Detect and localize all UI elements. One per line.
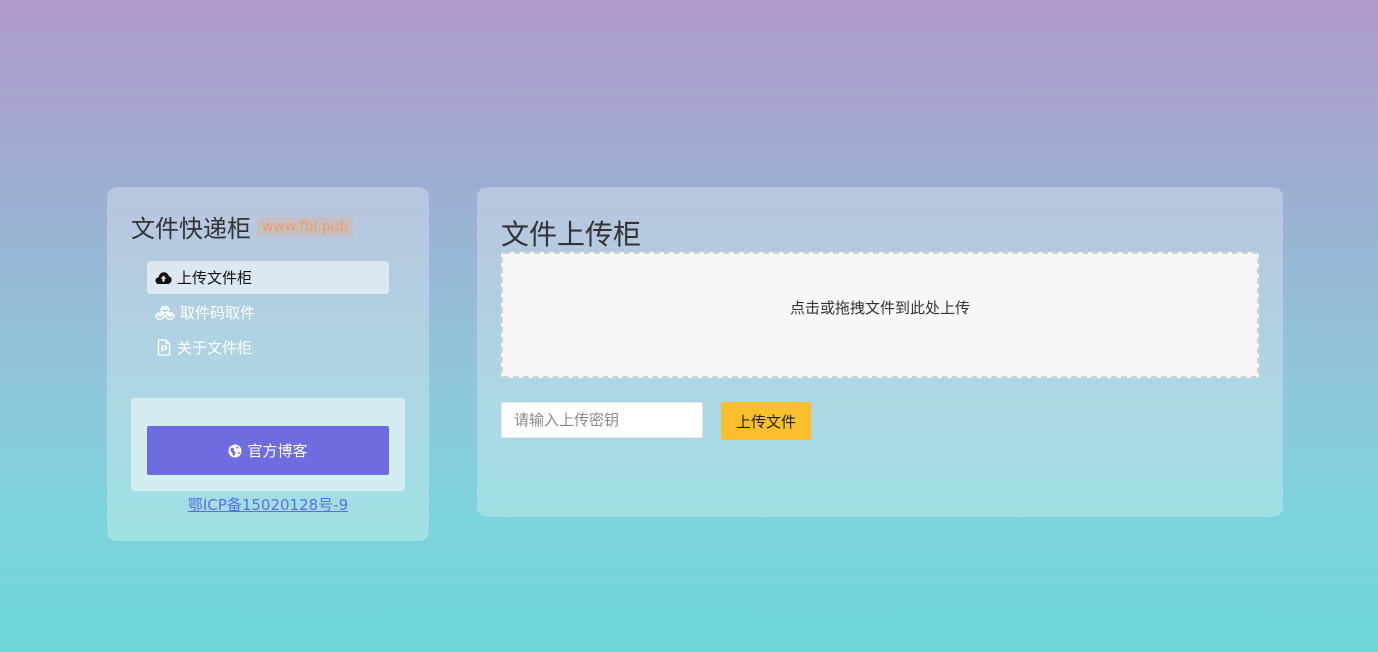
sidebar-item-upload[interactable]: 上传文件柜 — [147, 261, 389, 294]
official-blog-button[interactable]: 官方博客 — [147, 426, 389, 475]
upload-key-input[interactable] — [501, 402, 703, 438]
blog-button-label: 官方博客 — [247, 442, 308, 460]
sidebar-item-label: 取件码取件 — [180, 304, 256, 322]
dropzone-text: 点击或拖拽文件到此处上传 — [789, 298, 970, 317]
icp-record-link[interactable]: 鄂ICP备15020128号-9 — [107, 494, 429, 515]
cubes-icon — [155, 304, 175, 321]
upload-file-button[interactable]: 上传文件 — [721, 402, 811, 440]
cloud-upload-icon — [155, 269, 172, 286]
sidebar-item-label: 关于文件柜 — [177, 339, 253, 357]
file-icon — [155, 339, 172, 356]
sidebar-item-pickup[interactable]: 取件码取件 — [147, 296, 389, 329]
brand: 文件快递柜 www.fbl.pub — [131, 209, 354, 244]
page-title: 文件上传柜 — [501, 218, 642, 251]
brand-badge: www.fbl.pub — [257, 216, 354, 237]
sidebar-nav: 上传文件柜 取件码取件 关于文件柜 — [147, 261, 389, 366]
sidebar-panel: 文件快递柜 www.fbl.pub 上传文件柜 取件码取件 关于文件柜 官方博客… — [107, 187, 429, 541]
file-dropzone[interactable]: 点击或拖拽文件到此处上传 — [501, 252, 1259, 378]
blog-box: 官方博客 — [131, 398, 405, 491]
globe-icon — [228, 444, 242, 458]
upload-panel: 文件上传柜 点击或拖拽文件到此处上传 上传文件 — [477, 187, 1283, 517]
brand-title: 文件快递柜 — [131, 215, 251, 243]
sidebar-item-label: 上传文件柜 — [177, 269, 253, 287]
sidebar-item-about[interactable]: 关于文件柜 — [147, 331, 389, 364]
